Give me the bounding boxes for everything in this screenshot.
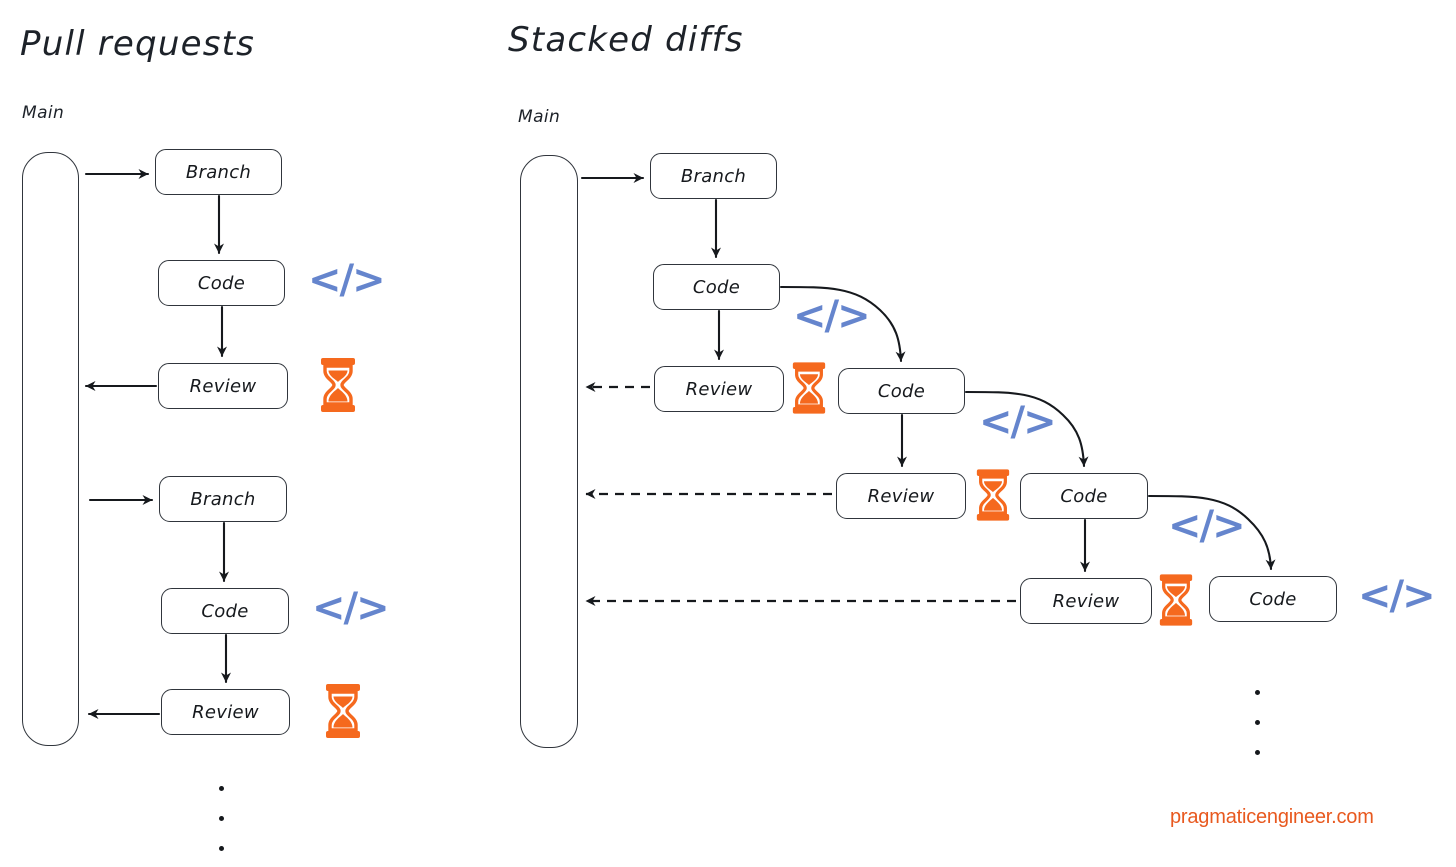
node-r-review-2[interactable]: Review	[836, 473, 966, 519]
arrows-layer	[84, 169, 1276, 719]
node-label: Code	[877, 380, 926, 402]
node-branch-1[interactable]: Branch	[155, 149, 282, 195]
node-code-2[interactable]: Code	[161, 588, 289, 634]
ellipsis-dot	[1255, 720, 1260, 725]
node-label: Branch	[190, 488, 256, 510]
diagram-canvas: Pull requests Stacked diffs Main Main Br…	[0, 0, 1456, 867]
node-label: Code	[201, 600, 249, 622]
node-branch-2[interactable]: Branch	[159, 476, 287, 522]
node-label: Code	[1249, 588, 1297, 610]
node-code-1[interactable]: Code	[158, 260, 285, 306]
node-label: Review	[1052, 590, 1120, 612]
code-icon-r-2: </>	[979, 399, 1057, 445]
vertical-ellipsis-right	[1255, 690, 1260, 780]
code-icon-1: </>	[308, 257, 386, 303]
node-r-review-1[interactable]: Review	[654, 366, 784, 412]
node-r-code-3[interactable]: Code	[1020, 473, 1148, 519]
watermark: pragmaticengineer.com	[1170, 806, 1374, 828]
node-label: Branch	[680, 165, 747, 187]
hourglass-icon-1	[318, 358, 358, 412]
node-r-code-4[interactable]: Code	[1209, 576, 1337, 622]
node-r-review-3[interactable]: Review	[1020, 578, 1152, 624]
node-label: Code	[692, 276, 741, 298]
hourglass-icon-r-2	[974, 469, 1012, 521]
node-label: Review	[685, 378, 753, 400]
node-label: Review	[189, 375, 257, 397]
code-icon-2: </>	[312, 585, 390, 631]
hourglass-icon-2	[323, 684, 363, 738]
code-icon-r-3: </>	[1168, 503, 1246, 549]
ellipsis-dot	[219, 786, 224, 791]
node-r-code-1[interactable]: Code	[653, 264, 780, 310]
node-review-2[interactable]: Review	[161, 689, 290, 735]
vertical-ellipsis-left	[219, 786, 224, 867]
node-r-code-2[interactable]: Code	[838, 368, 965, 414]
node-label: Code	[1060, 485, 1108, 507]
main-branch-label-right: Main	[518, 107, 561, 127]
panel-title-pull-requests: Pull requests	[20, 24, 256, 64]
ellipsis-dot	[1255, 750, 1260, 755]
hourglass-icon-r-1	[790, 362, 828, 414]
node-label: Branch	[185, 161, 252, 183]
node-label: Code	[197, 272, 246, 294]
code-icon-r-1: </>	[793, 293, 871, 339]
main-branch-label-left: Main	[22, 103, 65, 123]
hourglass-icon-r-3	[1157, 574, 1195, 626]
main-branch-bar-right	[520, 155, 578, 748]
ellipsis-dot	[219, 816, 224, 821]
node-review-1[interactable]: Review	[158, 363, 288, 409]
ellipsis-dot	[1255, 690, 1260, 695]
main-branch-bar-left	[22, 152, 79, 746]
code-icon-r-4: </>	[1358, 573, 1436, 619]
node-label: Review	[192, 701, 259, 723]
node-label: Review	[867, 485, 935, 507]
node-r-branch-1[interactable]: Branch	[650, 153, 777, 199]
ellipsis-dot	[219, 846, 224, 851]
panel-title-stacked-diffs: Stacked diffs	[508, 20, 744, 60]
